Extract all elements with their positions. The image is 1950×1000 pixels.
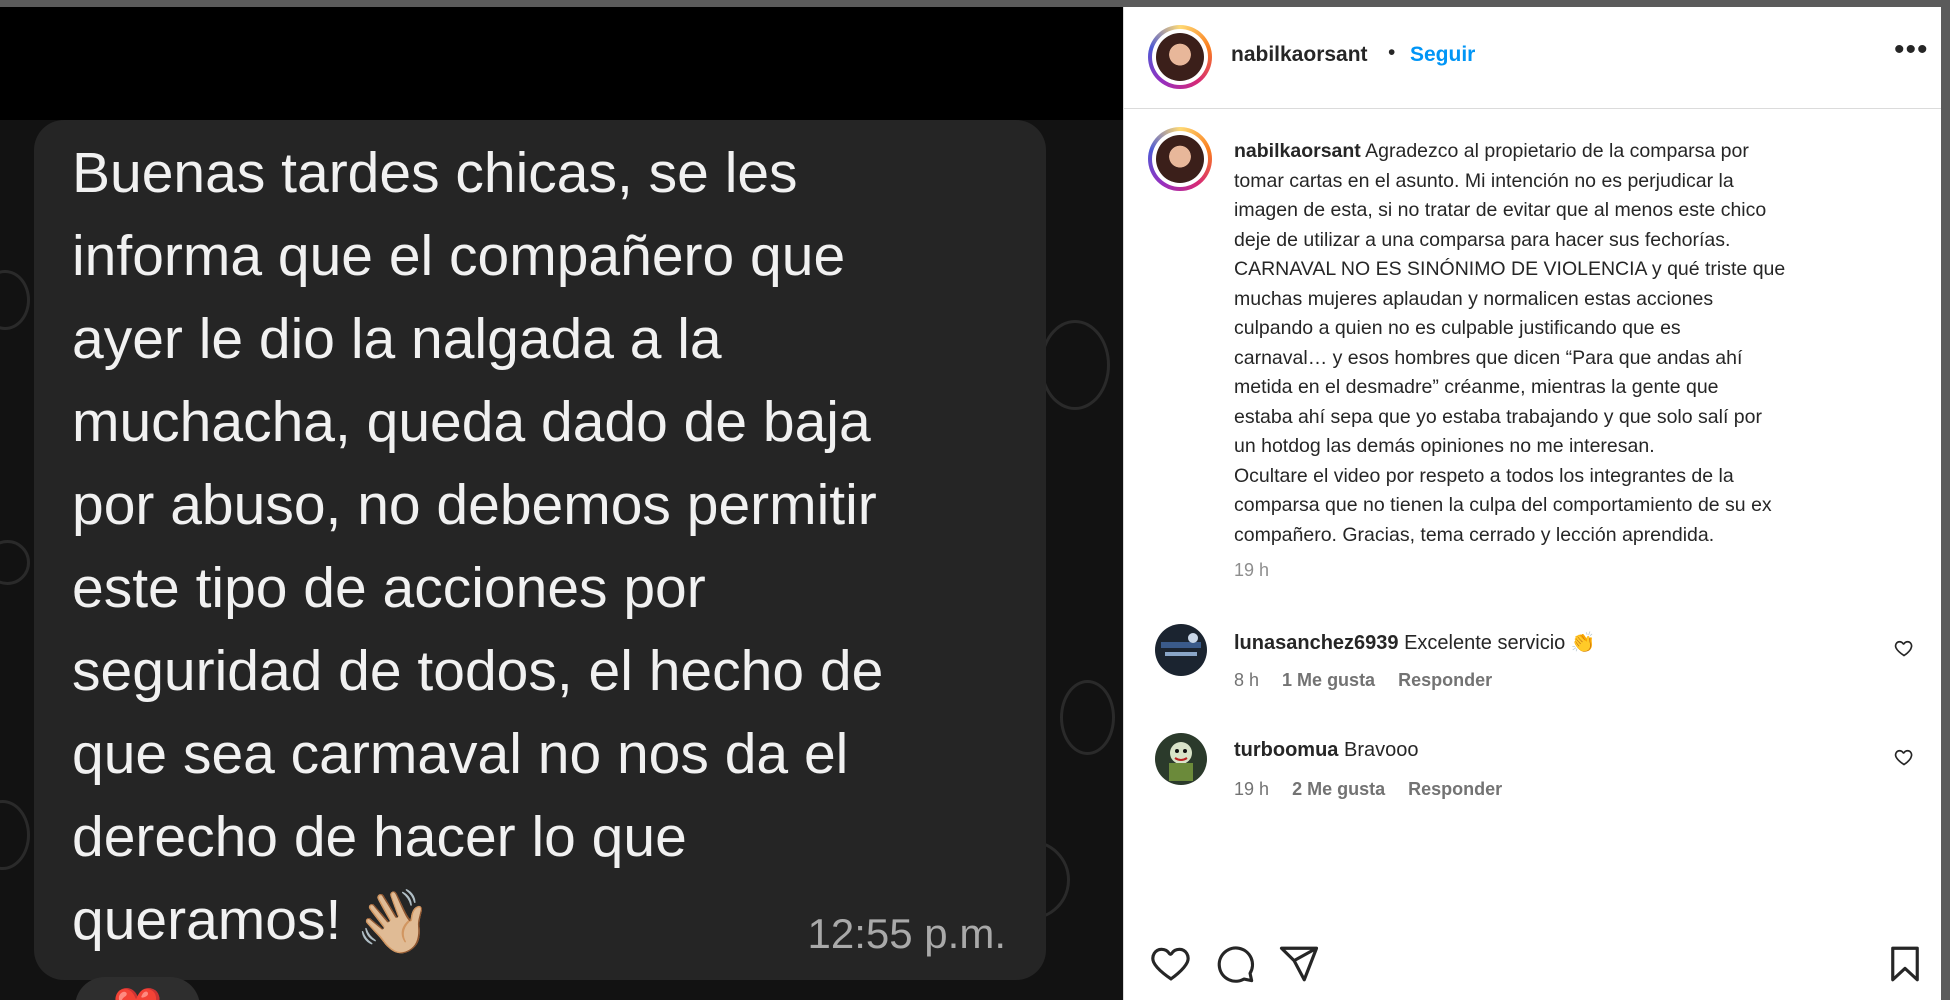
comment-icon[interactable] <box>1214 943 1256 985</box>
more-horizontal-icon[interactable]: ••• <box>1894 33 1929 67</box>
heart-icon[interactable] <box>1150 943 1192 985</box>
comment-item: lunasanchez6939 Excelente servicio 👏 8 h… <box>1124 624 1942 704</box>
waving-hand-emoji: 👋🏼 <box>355 888 433 957</box>
reply-button[interactable]: Responder <box>1408 779 1502 799</box>
chat-message-bubble: Buenas tardes chicas, se les informa que… <box>34 120 1046 980</box>
chat-message-time: 12:55 p.m. <box>807 910 1006 957</box>
comment-item: turboomua Bravooo 19 h 2 Me gusta Respon… <box>1124 733 1942 813</box>
comment-time[interactable]: 19 h <box>1234 779 1269 799</box>
comment-text: turboomua Bravooo <box>1234 739 1419 761</box>
caption-author-avatar[interactable] <box>1148 127 1212 191</box>
comment-username[interactable]: lunasanchez6939 <box>1234 632 1399 654</box>
comment-like-heart-icon[interactable] <box>1894 638 1914 663</box>
post-action-bar <box>1124 927 1942 1000</box>
comment-username[interactable]: turboomua <box>1234 739 1338 761</box>
caption-text: Agradezco al propietario de la comparsa … <box>1234 140 1786 546</box>
bookmark-icon[interactable] <box>1884 943 1926 985</box>
comment-likes[interactable]: 2 Me gusta <box>1292 779 1385 799</box>
comment-like-heart-icon[interactable] <box>1894 747 1914 772</box>
message-reaction: ❤️ <box>75 977 200 1000</box>
comment-meta: 8 h 1 Me gusta Responder <box>1234 670 1510 691</box>
author-username[interactable]: nabilkaorsant <box>1231 43 1368 67</box>
follow-button[interactable]: Seguir <box>1410 43 1475 67</box>
comment-text: lunasanchez6939 Excelente servicio 👏 <box>1234 632 1596 654</box>
commenter-avatar[interactable] <box>1155 624 1207 676</box>
caption-username[interactable]: nabilkaorsant <box>1234 140 1361 162</box>
comment-meta: 19 h 2 Me gusta Responder <box>1234 779 1520 800</box>
header-separator: • <box>1388 41 1396 64</box>
post-media: Buenas tardes chicas, se les informa que… <box>0 7 1123 1000</box>
chat-message-text: Buenas tardes chicas, se les informa que… <box>72 141 884 957</box>
commenter-avatar[interactable] <box>1155 733 1207 785</box>
post-caption: nabilkaorsant Agradezco al propietario d… <box>1234 137 1904 550</box>
reply-button[interactable]: Responder <box>1398 670 1492 690</box>
share-icon[interactable] <box>1278 943 1320 985</box>
post-header: nabilkaorsant • Seguir ••• <box>1124 7 1942 109</box>
author-avatar[interactable] <box>1148 25 1212 89</box>
comment-time[interactable]: 8 h <box>1234 670 1259 690</box>
post-panel: nabilkaorsant • Seguir ••• nabilkaorsant… <box>1123 7 1942 1000</box>
caption-timestamp[interactable]: 19 h <box>1234 560 1269 581</box>
window-top-edge <box>0 0 1950 7</box>
comment-likes[interactable]: 1 Me gusta <box>1282 670 1375 690</box>
window-right-edge <box>1941 0 1950 1000</box>
